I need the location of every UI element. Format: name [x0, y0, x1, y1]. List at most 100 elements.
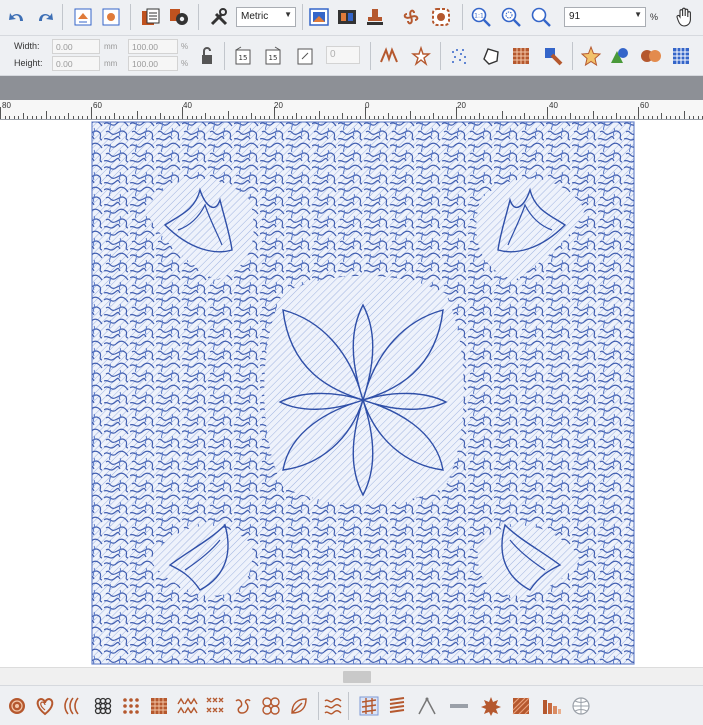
zoom-percent-label: %: [650, 12, 659, 22]
gradient-fill-icon[interactable]: [540, 43, 566, 69]
star-shape-icon[interactable]: [578, 43, 604, 69]
swirl-pattern-icon[interactable]: [230, 693, 256, 719]
ruler-tick: [556, 116, 558, 119]
ruler-tick: [442, 116, 444, 119]
satin-column-icon[interactable]: [356, 693, 382, 719]
ruler-tick: [191, 116, 193, 119]
leaf-pattern-icon[interactable]: [286, 693, 312, 719]
ruler-tick: [387, 113, 389, 119]
meander-pattern-icon[interactable]: [320, 693, 346, 719]
ruler-tick: [22, 113, 24, 119]
curve-lines-pattern-icon[interactable]: [60, 693, 86, 719]
ruler-tick: [538, 116, 540, 119]
film-strip-icon[interactable]: [334, 4, 360, 30]
design-canvas[interactable]: [0, 120, 703, 667]
ruler-tick: [451, 116, 453, 119]
hoop-view-icon[interactable]: [306, 4, 332, 30]
zoom-fit-icon[interactable]: [498, 4, 524, 30]
circle-pattern-icon[interactable]: [4, 693, 30, 719]
height-scale-unit: %: [181, 59, 189, 68]
width-field[interactable]: 0.00: [52, 39, 100, 54]
properties-icon[interactable]: [138, 4, 164, 30]
ruler-tick: [109, 116, 111, 119]
ruler-tick: [164, 116, 166, 119]
ruler-tick: [620, 116, 622, 119]
zoom-icon[interactable]: [528, 4, 554, 30]
pan-hand-icon[interactable]: [672, 4, 698, 30]
ruler-tick: [684, 111, 685, 119]
rotate-15-left-icon[interactable]: 15: [230, 43, 256, 69]
ruler-tick: [269, 116, 271, 119]
settings-gear-icon[interactable]: [166, 4, 192, 30]
width-scale-field[interactable]: 100.00: [128, 39, 178, 54]
cross-stitch-pattern-icon[interactable]: [202, 693, 228, 719]
pattern-fill-icon[interactable]: [508, 43, 534, 69]
rotation-angle-field[interactable]: 0: [326, 46, 360, 64]
ruler-tick: [141, 116, 143, 119]
ruler-tick: [583, 116, 585, 119]
satin-fill-icon[interactable]: [384, 693, 410, 719]
ruler-tick: [291, 116, 293, 119]
weave-fill-icon[interactable]: [508, 693, 534, 719]
ruler-tick: [319, 111, 321, 119]
zoom-select-value: 91: [569, 11, 581, 22]
height-scale-field[interactable]: 100.00: [128, 56, 178, 71]
units-select[interactable]: Metric ▼: [236, 7, 296, 27]
ruler-label: 60: [640, 101, 649, 110]
hoop-frame-icon[interactable]: [428, 4, 454, 30]
ruler-tick: [469, 116, 471, 119]
ruler-tick: [228, 111, 229, 119]
width-scale-unit: %: [181, 42, 189, 51]
ruler-tick: [679, 116, 681, 119]
gradient-pattern-icon[interactable]: [538, 693, 564, 719]
dots-grid-pattern-icon[interactable]: [118, 693, 144, 719]
tools-icon[interactable]: [206, 4, 232, 30]
undo-icon[interactable]: [4, 4, 30, 30]
scrollbar-thumb[interactable]: [343, 671, 371, 683]
ruler-tick: [615, 113, 617, 119]
stipple-fill-icon[interactable]: [446, 43, 472, 69]
insert-design-icon[interactable]: [98, 4, 124, 30]
horizontal-scrollbar[interactable]: [0, 667, 703, 685]
pinwheel-icon[interactable]: [398, 4, 424, 30]
ruler-tick: [392, 116, 394, 119]
shapes-icon[interactable]: [606, 43, 632, 69]
heart-pattern-icon[interactable]: [32, 693, 58, 719]
flower-outline-icon[interactable]: [408, 43, 434, 69]
ruler-tick: [351, 116, 353, 119]
rotate-15-right-icon[interactable]: 15: [260, 43, 286, 69]
globe-pattern-icon[interactable]: [568, 693, 594, 719]
applique-icon[interactable]: [638, 43, 664, 69]
outline-shape-icon[interactable]: [478, 43, 504, 69]
zigzag-stitch-icon[interactable]: [376, 43, 402, 69]
floral-pattern-icon[interactable]: [258, 693, 284, 719]
square-grid-pattern-icon[interactable]: [146, 693, 172, 719]
straight-line-icon[interactable]: [446, 693, 472, 719]
ruler-tick: [323, 116, 325, 119]
ruler-tick: [200, 116, 202, 119]
main-toolbar: Metric ▼ 1:1 91 ▼ %: [0, 0, 703, 36]
running-stitch-angle-icon[interactable]: [414, 693, 440, 719]
rotate-free-icon[interactable]: [292, 43, 318, 69]
ruler-tick: [136, 111, 138, 119]
zoom-1-to-1-icon[interactable]: 1:1: [468, 4, 494, 30]
knot-grid-pattern-icon[interactable]: [90, 693, 116, 719]
ruler-tick: [4, 116, 6, 119]
import-design-icon[interactable]: [70, 4, 96, 30]
quilt-block-design: [91, 121, 635, 665]
ruler-tick: [9, 116, 11, 119]
triangles-pattern-icon[interactable]: [174, 693, 200, 719]
height-field[interactable]: 0.00: [52, 56, 100, 71]
grid-icon[interactable]: [668, 43, 694, 69]
height-label: Height:: [14, 58, 43, 68]
ruler-tick: [314, 116, 316, 119]
ruler-tick: [474, 116, 476, 119]
stamp-icon[interactable]: [362, 4, 388, 30]
star-fill-icon[interactable]: [478, 693, 504, 719]
ruler-tick: [410, 111, 412, 119]
ruler-tick: [405, 116, 407, 119]
zoom-select[interactable]: 91 ▼: [564, 7, 646, 27]
lock-aspect-icon[interactable]: [194, 43, 220, 69]
width-unit: mm: [104, 42, 118, 51]
redo-icon[interactable]: [32, 4, 58, 30]
